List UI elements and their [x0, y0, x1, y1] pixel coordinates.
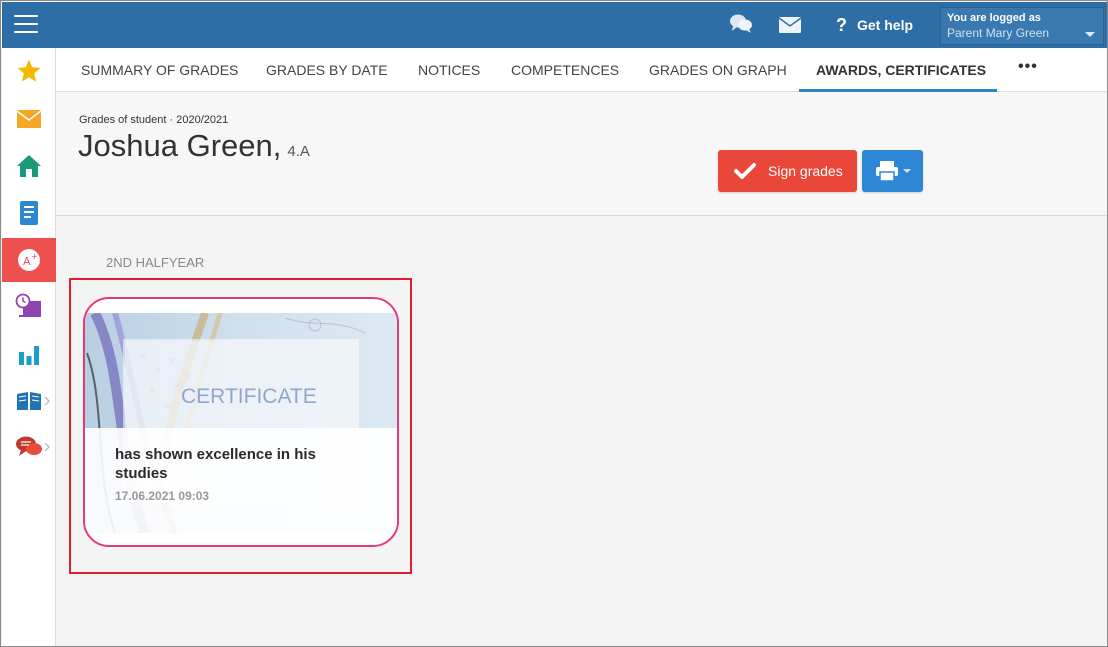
tab-competences[interactable]: COMPETENCES [511, 48, 619, 92]
tab-notices[interactable]: NOTICES [418, 48, 480, 92]
bar-chart-icon [19, 346, 39, 365]
app-frame: ? Get help You are logged as Parent Mary… [0, 0, 1108, 647]
student-name: Joshua Green, [78, 128, 282, 163]
tab-grades-on-graph[interactable]: GRADES ON GRAPH [649, 48, 787, 92]
mail-icon[interactable] [778, 16, 802, 34]
tab-bar: SUMMARY OF GRADES GRADES BY DATE NOTICES… [56, 48, 1107, 92]
certificate-word: CERTIFICATE [181, 385, 317, 408]
question-icon: ? [836, 14, 847, 35]
user-name: Parent Mary Green [947, 26, 1050, 40]
star-icon [17, 59, 41, 82]
sidebar-item-messages[interactable] [2, 100, 56, 138]
sidebar-item-discussion[interactable] [2, 428, 56, 466]
certificate-card[interactable]: CERTIFICATE has shown excellence in his … [83, 297, 399, 547]
sidebar-item-statistics[interactable] [2, 335, 56, 373]
sidebar-item-grades[interactable]: A + [2, 238, 56, 282]
student-header: Grades of student · 2020/2021 Joshua Gre… [56, 92, 1107, 216]
student-class: 4.A [287, 143, 310, 160]
svg-text:A: A [23, 255, 31, 268]
speech-bubbles-icon [16, 436, 42, 456]
page-subtitle: Grades of student · 2020/2021 [79, 114, 229, 126]
top-bar: ? Get help You are logged as Parent Mary… [2, 2, 1107, 48]
chevron-right-icon [44, 396, 50, 406]
sign-grades-label: Sign grades [768, 163, 843, 179]
sign-grades-button[interactable]: Sign grades [718, 150, 857, 192]
certificate-title: has shown excellence in his studies [115, 446, 316, 482]
envelope-icon [16, 110, 42, 128]
checkmark-icon [734, 163, 756, 179]
page-title: Joshua Green, 4.A [78, 128, 310, 164]
chevron-down-icon [1085, 32, 1095, 37]
sidebar-item-home[interactable] [2, 147, 56, 185]
get-help-link[interactable]: ? Get help [836, 13, 913, 37]
printer-icon [875, 161, 898, 182]
logged-as-label: You are logged as [947, 12, 1041, 24]
print-button[interactable] [862, 150, 923, 192]
sidebar-item-schedule[interactable] [2, 287, 56, 325]
svg-text:+: + [31, 252, 38, 261]
sidebar: A + [2, 48, 56, 646]
tab-summary-of-grades[interactable]: SUMMARY OF GRADES [81, 48, 238, 92]
section-label: 2ND HALFYEAR [106, 255, 205, 270]
sidebar-item-notebook[interactable] [2, 194, 56, 232]
more-icon[interactable]: ••• [1018, 58, 1038, 76]
user-menu[interactable]: You are logged as Parent Mary Green [940, 7, 1104, 45]
home-icon [17, 155, 41, 177]
notebook-icon [20, 201, 38, 225]
tab-awards-certificates[interactable]: AWARDS, CERTIFICATES [816, 48, 986, 92]
chevron-right-icon [44, 442, 50, 452]
clock-board-icon [15, 293, 41, 317]
caret-down-icon [902, 169, 911, 173]
tab-grades-by-date[interactable]: GRADES BY DATE [266, 48, 388, 92]
certificate-date: 17.06.2021 09:03 [115, 489, 210, 503]
chat-icon[interactable] [729, 13, 753, 35]
grade-icon: A + [18, 249, 40, 271]
book-icon [17, 392, 41, 410]
sidebar-item-favorites[interactable] [2, 52, 56, 90]
menu-icon[interactable] [14, 15, 38, 35]
get-help-label: Get help [857, 17, 914, 33]
sidebar-item-library[interactable] [2, 382, 56, 420]
